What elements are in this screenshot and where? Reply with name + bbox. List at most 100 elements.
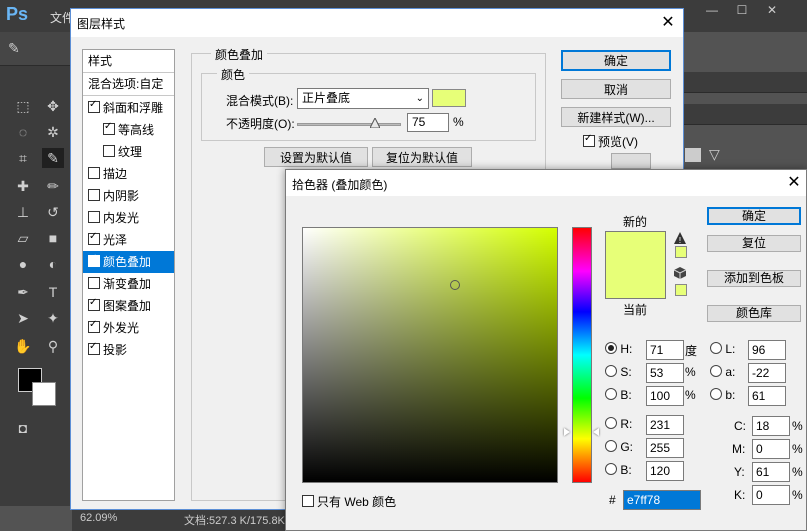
- reset-default-button[interactable]: 复位为默认值: [372, 147, 472, 167]
- quick-mask-icon[interactable]: ◘: [12, 418, 34, 438]
- style-list-item[interactable]: 纹理: [83, 141, 174, 163]
- style-list-item[interactable]: 等高线: [83, 119, 174, 141]
- hue-slider[interactable]: [572, 227, 592, 483]
- opacity-input[interactable]: 75: [407, 113, 449, 132]
- yellow-input[interactable]: 61: [752, 462, 790, 482]
- stamp-tool-icon[interactable]: ⊥: [12, 202, 34, 222]
- style-list-item[interactable]: 渐变叠加: [83, 273, 174, 295]
- path-select-tool-icon[interactable]: ➤: [12, 308, 34, 328]
- adjustment-icon[interactable]: [685, 148, 701, 162]
- radio-icon: [605, 463, 617, 475]
- style-list-item[interactable]: 光泽: [83, 229, 174, 251]
- background-color-swatch[interactable]: [32, 382, 56, 406]
- green-radio[interactable]: G:: [605, 440, 633, 454]
- lab-b-radio[interactable]: b:: [710, 388, 735, 402]
- lab-a-input[interactable]: -22: [748, 363, 786, 383]
- close-icon[interactable]: ✕: [655, 11, 681, 35]
- zoom-tool-icon[interactable]: ⚲: [42, 336, 64, 356]
- close-icon[interactable]: ✕: [782, 172, 806, 194]
- eyedropper-icon[interactable]: ✎: [8, 40, 26, 58]
- history-brush-tool-icon[interactable]: ↺: [42, 202, 64, 222]
- lab-l-radio[interactable]: L:: [710, 342, 735, 356]
- hue-radio[interactable]: H:: [605, 342, 632, 356]
- brightness-input[interactable]: 100: [646, 386, 684, 406]
- style-list-item[interactable]: 投影: [83, 339, 174, 361]
- pen-tool-icon[interactable]: ✒: [12, 282, 34, 302]
- brush-tool-icon[interactable]: ✏: [42, 176, 64, 196]
- magic-wand-tool-icon[interactable]: ✲: [42, 122, 64, 142]
- overlay-color-swatch[interactable]: [432, 89, 466, 107]
- hex-input[interactable]: e7ff78: [623, 490, 701, 510]
- hue-input[interactable]: 71: [646, 340, 684, 360]
- blue-radio[interactable]: B:: [605, 463, 632, 477]
- close-icon[interactable]: ✕: [757, 0, 787, 20]
- style-list-item[interactable]: 外发光: [83, 317, 174, 339]
- set-default-button[interactable]: 设置为默认值: [264, 147, 368, 167]
- style-list-item[interactable]: 图案叠加: [83, 295, 174, 317]
- healing-tool-icon[interactable]: ✚: [12, 176, 34, 196]
- style-list-item[interactable]: 颜色叠加: [83, 251, 174, 273]
- current-color-swatch[interactable]: [606, 265, 665, 298]
- shape-tool-icon[interactable]: ✦: [42, 308, 64, 328]
- opacity-slider-thumb[interactable]: [369, 116, 381, 129]
- new-style-button[interactable]: 新建样式(W)...: [561, 107, 671, 127]
- color-field[interactable]: [302, 227, 558, 483]
- cancel-button[interactable]: 取消: [561, 79, 671, 99]
- style-list-item[interactable]: 内发光: [83, 207, 174, 229]
- dodge-tool-icon[interactable]: ◐: [42, 254, 64, 274]
- crop-tool-icon[interactable]: ⌗: [12, 148, 34, 168]
- style-list-item[interactable]: 斜面和浮雕: [83, 97, 174, 119]
- ok-button[interactable]: 确定: [707, 207, 801, 225]
- black-input[interactable]: 0: [752, 485, 790, 505]
- lasso-tool-icon[interactable]: ◌: [12, 122, 34, 142]
- lab-a-radio[interactable]: a:: [710, 365, 735, 379]
- panel-header: [683, 72, 807, 93]
- color-libraries-button[interactable]: 颜色库: [707, 305, 801, 322]
- saturation-radio[interactable]: S:: [605, 365, 632, 379]
- eyedropper-tool-icon[interactable]: ✎: [42, 148, 64, 168]
- color-field-cursor[interactable]: [450, 280, 460, 290]
- hue-slider-left-arrow[interactable]: [564, 428, 570, 436]
- marquee-tool-icon[interactable]: ⬚: [12, 96, 34, 116]
- gamut-warning-icon[interactable]: !: [674, 232, 686, 245]
- cyan-unit: %: [792, 419, 803, 433]
- triangle-icon[interactable]: ▽: [709, 146, 720, 163]
- web-safe-cube-icon[interactable]: [673, 267, 687, 279]
- color-picker-dialog: 拾色器 (叠加颜色) ✕ 新的 当前 ! 确定 复位 添加到色板 颜色库 H: …: [285, 169, 807, 531]
- new-color-label: 新的: [623, 215, 648, 229]
- blur-tool-icon[interactable]: ●: [12, 254, 34, 274]
- saturation-input[interactable]: 53: [646, 363, 684, 383]
- preview-checkbox[interactable]: 预览(V): [583, 133, 638, 150]
- ok-button[interactable]: 确定: [561, 50, 671, 71]
- cyan-key: C:: [734, 419, 746, 433]
- web-safe-swatch[interactable]: [675, 284, 687, 296]
- brightness-radio[interactable]: B:: [605, 388, 632, 402]
- gamut-warning-swatch[interactable]: [675, 246, 687, 258]
- maximize-icon[interactable]: ☐: [727, 0, 757, 20]
- lab-l-input[interactable]: 96: [748, 340, 786, 360]
- blue-input[interactable]: 120: [646, 461, 684, 481]
- add-to-swatches-button[interactable]: 添加到色板: [707, 270, 801, 287]
- move-tool-icon[interactable]: ✥: [42, 96, 64, 116]
- red-input[interactable]: 231: [646, 415, 684, 435]
- style-list-item[interactable]: 描边: [83, 163, 174, 185]
- reset-button[interactable]: 复位: [707, 235, 801, 252]
- lab-l-key: L:: [725, 342, 736, 356]
- gradient-tool-icon[interactable]: ■: [42, 228, 64, 248]
- minimize-icon[interactable]: —: [697, 0, 727, 20]
- hue-slider-right-arrow[interactable]: [593, 428, 599, 436]
- blend-mode-select[interactable]: 正片叠底 ⌄: [297, 88, 429, 109]
- web-colors-only-checkbox[interactable]: 只有 Web 颜色: [302, 493, 396, 510]
- yellow-key: Y:: [734, 465, 745, 479]
- style-list-item[interactable]: 内阴影: [83, 185, 174, 207]
- hand-tool-icon[interactable]: ✋: [12, 336, 34, 356]
- lab-b-input[interactable]: 61: [748, 386, 786, 406]
- magenta-input[interactable]: 0: [752, 439, 790, 459]
- green-input[interactable]: 255: [646, 438, 684, 458]
- red-radio[interactable]: R:: [605, 417, 632, 431]
- type-tool-icon[interactable]: T: [42, 282, 64, 302]
- eraser-tool-icon[interactable]: ▱: [12, 228, 34, 248]
- opacity-slider-track[interactable]: [297, 123, 401, 126]
- blend-options-item[interactable]: 混合选项:自定: [83, 73, 174, 95]
- cyan-input[interactable]: 18: [752, 416, 790, 436]
